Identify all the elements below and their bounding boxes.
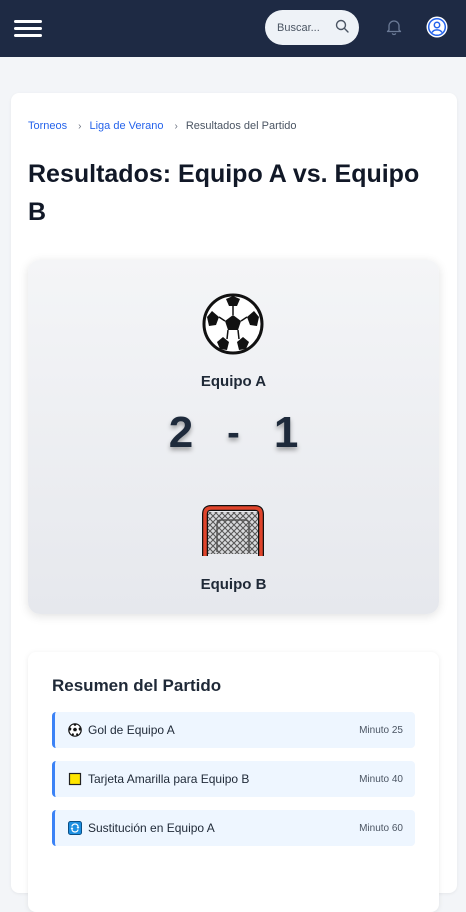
search-icon[interactable] [335,19,349,38]
score-separator: - [227,411,240,454]
breadcrumb: Torneos › Liga de Verano › Resultados de… [28,120,297,132]
yellow-card-icon [68,772,82,786]
search-box[interactable] [265,10,359,45]
team-b-score: 1 [273,408,299,457]
event-minute: Minuto 25 [359,724,403,736]
goal-net-icon [201,504,265,563]
team-b-name: Equipo B [200,576,267,593]
event-minute: Minuto 60 [359,822,403,834]
hamburger-menu-icon[interactable] [14,19,44,39]
user-profile-icon[interactable] [426,16,448,43]
match-score: 2 - 1 [28,408,439,458]
notification-bell-icon[interactable] [385,18,403,41]
top-navigation-bar [0,0,466,57]
breadcrumb-link-torneos[interactable]: Torneos [28,120,67,132]
event-description: Gol de Equipo A [88,723,175,737]
match-results-card: Torneos › Liga de Verano › Resultados de… [11,93,457,912]
match-summary: Resumen del Partido Gol de Equipo A Minu… [28,652,439,912]
team-a-name: Equipo A [200,373,267,390]
summary-title: Resumen del Partido [52,676,222,695]
event-description: Sustitución en Equipo A [88,821,215,835]
page-title: Resultados: Equipo A vs. Equipo B [28,160,420,226]
event-minute: Minuto 40 [359,773,403,785]
breadcrumb-link-liga-de-verano[interactable]: Liga de Verano [89,120,163,132]
soccer-ball-icon [202,293,264,360]
soccer-ball-icon [68,723,82,737]
scoreboard: Equipo A 2 - 1 Equipo B [28,260,439,614]
breadcrumb-separator: › [174,120,178,132]
search-input[interactable] [277,21,327,34]
event-description: Tarjeta Amarilla para Equipo B [88,772,250,786]
event-substitution-team-a: Sustitución en Equipo A Minuto 60 [52,810,415,846]
breadcrumb-separator: › [78,120,82,132]
team-a-score: 2 [168,408,194,457]
event-yellow-card-team-b: Tarjeta Amarilla para Equipo B Minuto 40 [52,761,415,797]
event-goal-team-a: Gol de Equipo A Minuto 25 [52,712,415,748]
substitution-icon [68,821,82,835]
breadcrumb-current: Resultados del Partido [185,120,297,132]
